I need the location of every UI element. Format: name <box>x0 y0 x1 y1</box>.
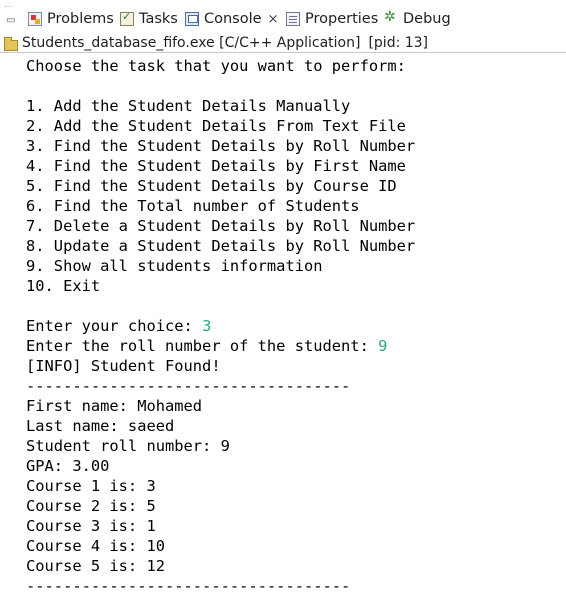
tab-tasks-label: Tasks <box>139 11 178 27</box>
console-icon <box>185 12 199 26</box>
choice-label: Enter your choice: <box>26 317 203 335</box>
menu-item-8: 8. Update a Student Details by Roll Numb… <box>26 237 416 255</box>
menu-item-6: 6. Find the Total number of Students <box>26 197 360 215</box>
roll-label: Enter the roll number of the student: <box>26 337 379 355</box>
tab-properties[interactable]: Properties <box>286 8 378 30</box>
detail-course-3: Course 3 is: 1 <box>26 517 156 535</box>
separator-top: ----------------------------------- <box>26 377 351 395</box>
tab-debug-label: Debug <box>403 11 451 27</box>
menu-item-2: 2. Add the Student Details From Text Fil… <box>26 117 406 135</box>
roll-line: Enter the roll number of the student: 9 <box>26 336 387 356</box>
roll-input-value: 9 <box>378 337 388 355</box>
menu-item-3: 3. Find the Student Details by Roll Numb… <box>26 137 416 155</box>
menu-item-9: 9. Show all students information <box>26 257 323 275</box>
tab-debug[interactable]: Debug <box>384 8 451 30</box>
info-line: [INFO] Student Found! <box>26 357 221 375</box>
detail-course-1: Course 1 is: 3 <box>26 477 156 495</box>
menu-item-7: 7. Delete a Student Details by Roll Numb… <box>26 217 416 235</box>
detail-course-2: Course 2 is: 5 <box>26 497 156 515</box>
tab-console[interactable]: Console × <box>183 6 283 32</box>
drag-dots-icon: ⋯ <box>4 2 12 11</box>
menu-item-4: 4. Find the Student Details by First Nam… <box>26 157 406 175</box>
console-launch-info: Students_database_fifo.exe [C/C++ Applic… <box>0 34 566 53</box>
tab-properties-label: Properties <box>305 11 379 27</box>
properties-icon <box>286 12 300 26</box>
menu-item-1: 1. Add the Student Details Manually <box>26 97 351 115</box>
menu-item-10: 10. Exit <box>26 277 101 295</box>
menu-item-5: 5. Find the Student Details by Course ID <box>26 177 397 195</box>
launch-pid: [pid: 13] <box>368 35 429 51</box>
console-output[interactable]: Choose the task that you want to perform… <box>0 54 566 608</box>
detail-gpa: GPA: 3.00 <box>26 457 110 475</box>
application-folder-icon <box>4 36 18 51</box>
choice-line: Enter your choice: 3 <box>26 316 211 336</box>
view-tab-bar: ⋯ ▭ Problems Tasks Console × Properties … <box>0 0 566 34</box>
detail-roll-number: Student roll number: 9 <box>26 437 230 455</box>
tab-console-label: Console <box>204 11 262 27</box>
tab-problems[interactable]: Problems <box>28 8 114 30</box>
view-menu-grip[interactable]: ⋯ ▭ <box>4 3 16 33</box>
detail-last-name: Last name: saeed <box>26 417 175 435</box>
detail-course-4: Course 4 is: 10 <box>26 537 165 555</box>
problems-icon <box>28 12 42 26</box>
debug-icon <box>384 9 398 26</box>
minimize-view-icon: ▭ <box>6 15 16 26</box>
tasks-icon <box>120 10 134 26</box>
choice-input-value: 3 <box>202 317 212 335</box>
detail-course-5: Course 5 is: 12 <box>26 557 165 575</box>
console-prompt-line: Choose the task that you want to perform… <box>26 57 406 75</box>
tab-problems-label: Problems <box>47 11 114 27</box>
tab-tasks[interactable]: Tasks <box>120 8 178 30</box>
launch-name: Students_database_fifo.exe [C/C++ Applic… <box>22 35 361 51</box>
detail-first-name: First name: Mohamed <box>26 397 203 415</box>
separator-bottom: ----------------------------------- <box>26 577 351 595</box>
close-tab-icon[interactable]: × <box>268 12 279 27</box>
